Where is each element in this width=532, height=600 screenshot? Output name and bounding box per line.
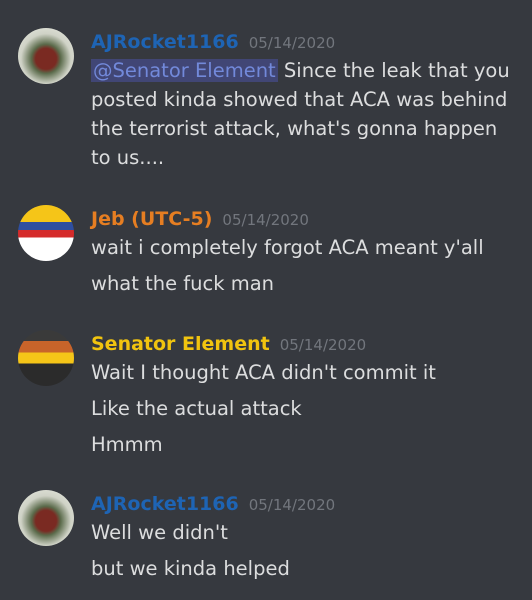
message-text: @Senator Element Since the leak that you… bbox=[91, 59, 510, 169]
message-text: wait i completely forgot ACA meant y'all bbox=[91, 236, 484, 259]
avatar[interactable] bbox=[18, 330, 74, 386]
author-name[interactable]: Senator Element bbox=[91, 333, 270, 355]
author-name[interactable]: AJRocket1166 bbox=[91, 493, 239, 515]
message-text: Like the actual attack bbox=[91, 397, 302, 420]
message-text: Hmmm bbox=[91, 433, 163, 456]
timestamp: 05/14/2020 bbox=[222, 211, 309, 229]
message-text: but we kinda helped bbox=[91, 557, 290, 580]
timestamp: 05/14/2020 bbox=[248, 34, 336, 52]
author-name[interactable]: AJRocket1166 bbox=[91, 31, 239, 53]
avatar[interactable] bbox=[18, 205, 74, 261]
timestamp: 05/14/2020 bbox=[248, 496, 336, 514]
message-text: Wait I thought ACA didn't commit it bbox=[91, 361, 436, 384]
avatar[interactable] bbox=[18, 490, 74, 546]
timestamp: 05/14/2020 bbox=[279, 336, 367, 354]
author-name[interactable]: Jeb (UTC-5) bbox=[91, 208, 212, 230]
avatar[interactable] bbox=[18, 28, 74, 84]
message-text: Well we didn't bbox=[91, 521, 228, 544]
message-text: what the fuck man bbox=[91, 272, 275, 295]
user-mention[interactable]: @Senator Element bbox=[91, 59, 278, 82]
